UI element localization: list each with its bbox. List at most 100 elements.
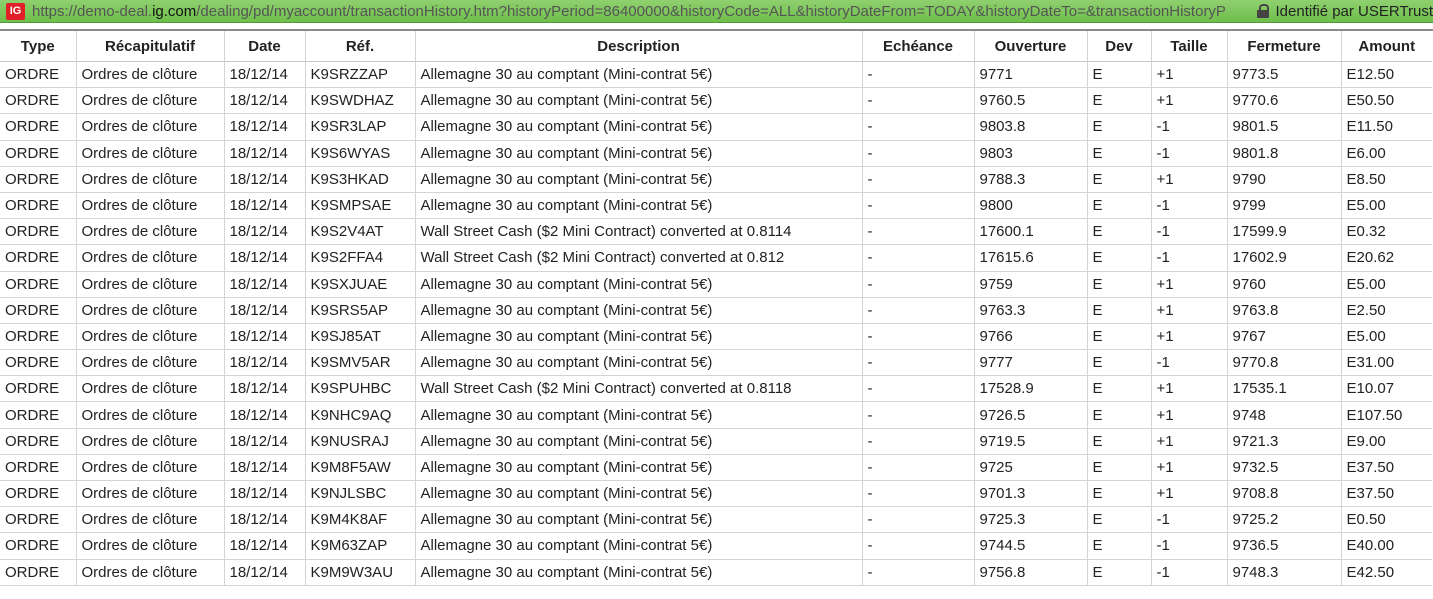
cell-type: ORDRE <box>0 375 77 403</box>
cell-ref: K9SRS5AP <box>305 297 416 324</box>
table-row[interactable]: ORDRE Ordres de clôture 18/12/14 K9NHC9AQ Al… <box>0 401 1432 429</box>
table-row[interactable]: ORDRE Ordres de clôture 18/12/14 K9NUSRAJ Al… <box>0 428 1432 455</box>
col-header-currency[interactable]: Dev <box>1087 31 1152 62</box>
cell-type: ORDRE <box>0 87 77 115</box>
cell-size: -1 <box>1151 349 1228 377</box>
table-row[interactable]: ORDRE Ordres de clôture 18/12/14 K9S6WYAS Al… <box>0 140 1432 167</box>
table-row[interactable]: ORDRE Ordres de clôture 18/12/14 K9SMV5AR Al… <box>0 349 1432 377</box>
cell-summary: Ordres de clôture <box>76 271 225 298</box>
cell-expiry: - <box>862 375 975 403</box>
cell-open: 9744.5 <box>974 532 1088 560</box>
cell-size: +1 <box>1151 271 1228 298</box>
cell-ref: K9S3HKAD <box>305 166 416 193</box>
cell-type: ORDRE <box>0 61 77 89</box>
table-row[interactable]: ORDRE Ordres de clôture 18/12/14 K9S3HKAD Al… <box>0 166 1432 193</box>
cell-type: ORDRE <box>0 140 77 167</box>
cell-date: 18/12/14 <box>224 297 306 324</box>
cell-type: ORDRE <box>0 113 77 141</box>
cell-close: 9767 <box>1227 323 1342 351</box>
cell-open: 9760.5 <box>974 87 1088 115</box>
cell-open: 9803 <box>974 140 1088 167</box>
cell-expiry: - <box>862 61 975 89</box>
lock-icon[interactable] <box>1256 4 1269 18</box>
col-header-open[interactable]: Ouverture <box>974 31 1088 62</box>
url-scheme: https://demo-deal. <box>32 2 153 20</box>
cell-ref: K9S2V4AT <box>305 218 416 246</box>
cell-expiry: - <box>862 349 975 377</box>
cell-currency: E <box>1087 140 1152 167</box>
cell-size: +1 <box>1151 87 1228 115</box>
cell-ref: K9SR3LAP <box>305 113 416 141</box>
cell-expiry: - <box>862 323 975 351</box>
cell-open: 9800 <box>974 192 1088 220</box>
col-header-description[interactable]: Description <box>415 31 863 62</box>
table-row[interactable]: ORDRE Ordres de clôture 18/12/14 K9SRZZAP Al… <box>0 61 1432 89</box>
col-header-type[interactable]: Type <box>0 31 77 62</box>
col-header-date[interactable]: Date <box>224 31 306 62</box>
table-row[interactable]: ORDRE Ordres de clôture 18/12/14 K9M9W3AU Al… <box>0 559 1432 586</box>
cell-amount: E10.07 <box>1341 375 1432 403</box>
cell-description: Allemagne 30 au comptant (Mini-contrat 5… <box>415 506 863 534</box>
cell-description: Wall Street Cash ($2 Mini Contract) conv… <box>415 375 863 403</box>
col-header-ref[interactable]: Réf. <box>305 31 416 62</box>
cell-description: Allemagne 30 au comptant (Mini-contrat 5… <box>415 454 863 482</box>
cell-expiry: - <box>862 192 975 220</box>
table-row[interactable]: ORDRE Ordres de clôture 18/12/14 K9M8F5AW Al… <box>0 454 1432 482</box>
cell-ref: K9S2FFA4 <box>305 244 416 272</box>
cell-close: 9801.8 <box>1227 140 1342 167</box>
col-header-expiry[interactable]: Echéance <box>862 31 975 62</box>
table-row[interactable]: ORDRE Ordres de clôture 18/12/14 K9SXJUAE Al… <box>0 271 1432 298</box>
cell-expiry: - <box>862 480 975 508</box>
address-bar[interactable]: IG https://demo-deal.ig.com/dealing/pd/m… <box>0 0 1433 23</box>
cell-summary: Ordres de clôture <box>76 506 225 534</box>
col-header-size[interactable]: Taille <box>1151 31 1228 62</box>
cell-description: Allemagne 30 au comptant (Mini-contrat 5… <box>415 166 863 193</box>
cell-open: 9719.5 <box>974 428 1088 455</box>
site-identity-label[interactable]: Identifié par USERTrust <box>1276 3 1433 20</box>
cell-description: Allemagne 30 au comptant (Mini-contrat 5… <box>415 140 863 167</box>
cell-open: 9756.8 <box>974 559 1088 586</box>
site-favicon-icon: IG <box>6 2 25 20</box>
cell-type: ORDRE <box>0 271 77 298</box>
url-host: ig.com <box>152 2 197 20</box>
cell-summary: Ordres de clôture <box>76 87 225 115</box>
table-row[interactable]: ORDRE Ordres de clôture 18/12/14 K9SJ85AT Al… <box>0 323 1432 351</box>
cell-amount: E0.32 <box>1341 218 1432 246</box>
cell-size: -1 <box>1151 140 1228 167</box>
col-header-amount[interactable]: Amount <box>1341 31 1432 62</box>
cell-close: 9732.5 <box>1227 454 1342 482</box>
url-text[interactable]: https://demo-deal.ig.com/dealing/pd/myac… <box>32 3 1254 20</box>
cell-date: 18/12/14 <box>224 166 306 193</box>
cell-expiry: - <box>862 401 975 429</box>
cell-ref: K9SRZZAP <box>305 61 416 89</box>
cell-ref: K9M9W3AU <box>305 559 416 586</box>
cell-ref: K9SMV5AR <box>305 349 416 377</box>
table-row[interactable]: ORDRE Ordres de clôture 18/12/14 K9M63ZAP Al… <box>0 532 1432 560</box>
cell-summary: Ordres de clôture <box>76 532 225 560</box>
cell-type: ORDRE <box>0 454 77 482</box>
table-row[interactable]: ORDRE Ordres de clôture 18/12/14 K9SPUHBC Wa… <box>0 375 1432 403</box>
table-row[interactable]: ORDRE Ordres de clôture 18/12/14 K9S2V4AT Wa… <box>0 218 1432 246</box>
cell-date: 18/12/14 <box>224 323 306 351</box>
table-row[interactable]: ORDRE Ordres de clôture 18/12/14 K9SMPSAE Al… <box>0 192 1432 220</box>
cell-summary: Ordres de clôture <box>76 428 225 455</box>
col-header-summary[interactable]: Récapitulatif <box>76 31 225 62</box>
table-row[interactable]: ORDRE Ordres de clôture 18/12/14 K9SR3LAP Al… <box>0 113 1432 141</box>
cell-expiry: - <box>862 113 975 141</box>
col-header-close[interactable]: Fermeture <box>1227 31 1342 62</box>
table-row[interactable]: ORDRE Ordres de clôture 18/12/14 K9SRS5AP Al… <box>0 297 1432 324</box>
table-row[interactable]: ORDRE Ordres de clôture 18/12/14 K9NJLSBC Al… <box>0 480 1432 508</box>
table-row[interactable]: ORDRE Ordres de clôture 18/12/14 K9S2FFA4 Wa… <box>0 244 1432 272</box>
table-row[interactable]: ORDRE Ordres de clôture 18/12/14 K9SWDHAZ Al… <box>0 87 1432 115</box>
url-path: /dealing/pd/myaccount/transactionHistory… <box>196 2 1226 20</box>
cell-expiry: - <box>862 532 975 560</box>
cell-date: 18/12/14 <box>224 244 306 272</box>
table-row[interactable]: ORDRE Ordres de clôture 18/12/14 K9M4K8AF Al… <box>0 506 1432 534</box>
cell-summary: Ordres de clôture <box>76 244 225 272</box>
cell-date: 18/12/14 <box>224 61 306 89</box>
cell-size: +1 <box>1151 375 1228 403</box>
cell-open: 9726.5 <box>974 401 1088 429</box>
cell-description: Wall Street Cash ($2 Mini Contract) conv… <box>415 218 863 246</box>
cell-expiry: - <box>862 87 975 115</box>
cell-ref: K9M63ZAP <box>305 532 416 560</box>
